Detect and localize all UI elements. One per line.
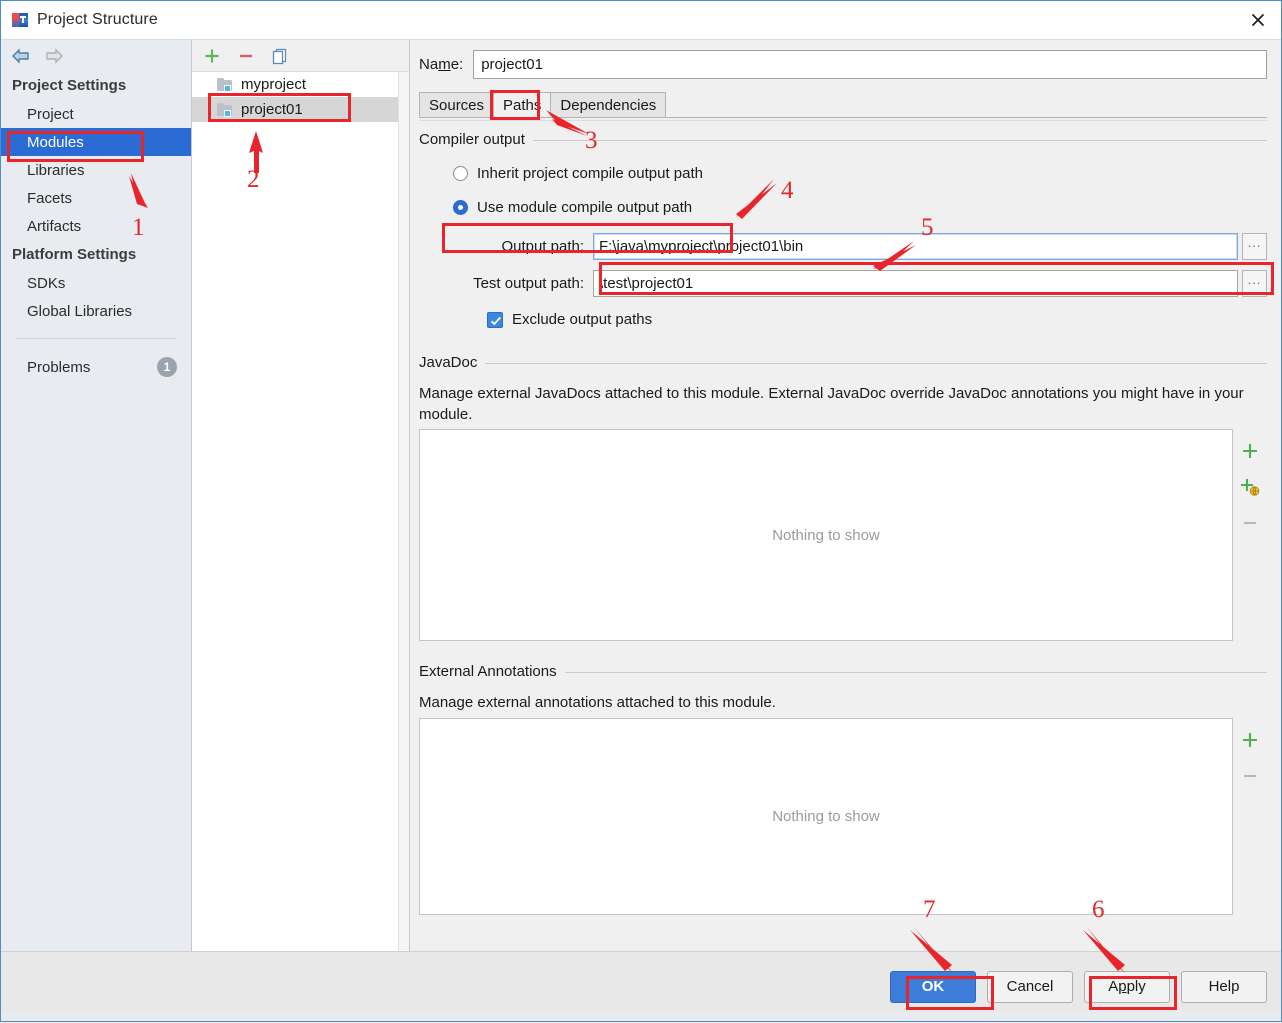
radio-unselected-icon — [453, 166, 468, 181]
module-tabs: Sources Paths Dependencies — [419, 91, 1281, 117]
cancel-button[interactable]: Cancel — [987, 970, 1073, 1003]
module-item-label: myproject — [241, 76, 307, 93]
external-annotations-list[interactable]: Nothing to show — [419, 717, 1233, 915]
settings-sidebar: Project Settings Project Modules Librari… — [1, 40, 192, 951]
copy-icon[interactable] — [268, 45, 292, 67]
sidebar-group-project-settings: Project Settings — [12, 77, 127, 94]
plus-icon[interactable] — [1237, 439, 1263, 463]
module-name-label: Name: — [419, 56, 464, 73]
module-name-row: Name: — [410, 40, 1281, 79]
compiler-output-title: Compiler output — [419, 131, 533, 148]
radio-selected-icon — [453, 200, 468, 215]
arrow-left-icon[interactable] — [10, 47, 32, 65]
sidebar-item-sdks[interactable]: SDKs — [1, 269, 191, 297]
test-output-path-input[interactable] — [593, 270, 1238, 297]
module-item-label: project01 — [241, 101, 303, 118]
titlebar: Project Structure — [1, 1, 1281, 39]
sidebar-item-modules[interactable]: Modules — [1, 128, 191, 156]
module-name-input[interactable] — [473, 50, 1267, 79]
sidebar-item-global-libraries[interactable]: Global Libraries — [1, 297, 191, 325]
module-folder-icon — [217, 102, 234, 117]
javadoc-empty-text: Nothing to show — [772, 526, 880, 544]
dialog-body: Project Settings Project Modules Librari… — [1, 39, 1281, 951]
sidebar-item-artifacts[interactable]: Artifacts — [1, 212, 191, 240]
intellij-idea-icon — [12, 12, 28, 28]
radio-label: Use module compile output path — [477, 199, 693, 216]
plus-icon[interactable] — [200, 45, 224, 67]
external-annotations-group: External Annotations — [419, 663, 1267, 681]
window-title: Project Structure — [37, 11, 158, 28]
external-annotations-title: External Annotations — [419, 663, 565, 681]
sidebar-item-facets[interactable]: Facets — [1, 184, 191, 212]
external-annotations-empty-text: Nothing to show — [772, 807, 880, 825]
javadoc-group: JavaDoc — [419, 354, 1267, 372]
plus-globe-icon[interactable] — [1237, 475, 1263, 499]
exclude-output-paths-checkbox[interactable]: Exclude output paths — [419, 311, 1267, 328]
test-output-path-row: Test output path: ... — [419, 270, 1267, 297]
sidebar-nav-arrows — [1, 40, 191, 71]
checkbox-label: Exclude output paths — [512, 311, 653, 328]
plus-icon[interactable] — [1237, 728, 1263, 752]
output-path-browse-button[interactable]: ... — [1242, 233, 1267, 260]
arrow-right-icon[interactable] — [43, 47, 65, 65]
javadoc-side-toolbar — [1233, 429, 1267, 641]
module-item-project01[interactable]: project01 — [192, 97, 409, 122]
modules-toolbar — [192, 40, 409, 71]
output-path-input[interactable] — [593, 233, 1238, 260]
javadoc-description: Manage external JavaDocs attached to thi… — [419, 385, 1244, 423]
help-button[interactable]: Help — [1181, 970, 1267, 1003]
radio-label: Inherit project compile output path — [477, 165, 703, 182]
modules-list-panel: myproject project01 — [192, 40, 410, 951]
paths-tab-content: Compiler output Inherit project compile … — [410, 121, 1281, 951]
external-annotations-side-toolbar — [1233, 718, 1267, 915]
minus-icon[interactable] — [1237, 511, 1263, 535]
sidebar-item-problems[interactable]: Problems 1 — [1, 352, 191, 382]
tab-dependencies[interactable]: Dependencies — [550, 92, 667, 117]
module-item-myproject[interactable]: myproject — [192, 72, 409, 97]
minus-icon[interactable] — [1237, 764, 1263, 788]
minus-icon[interactable] — [234, 45, 258, 67]
module-editor: Name: Sources Paths Dependencies Compile… — [410, 40, 1281, 951]
close-icon[interactable] — [1235, 1, 1281, 39]
sidebar-item-project[interactable]: Project — [1, 100, 191, 128]
sidebar-group-platform-settings: Platform Settings — [12, 246, 137, 263]
tab-sources[interactable]: Sources — [419, 92, 495, 117]
javadoc-title: JavaDoc — [419, 354, 486, 371]
problems-label: Problems — [27, 358, 91, 376]
checkbox-checked-icon — [487, 311, 503, 328]
test-output-path-label: Test output path: — [473, 275, 584, 292]
module-folder-icon — [217, 77, 234, 92]
ok-button[interactable]: OK — [890, 970, 976, 1003]
javadoc-list[interactable]: Nothing to show — [419, 429, 1233, 642]
test-output-path-browse-button[interactable]: ... — [1242, 270, 1267, 297]
sidebar-item-libraries[interactable]: Libraries — [1, 156, 191, 184]
modules-list: myproject project01 — [192, 71, 409, 951]
dialog-footer: OK Cancel Ap ply Help — [1, 951, 1281, 1021]
problems-count-badge: 1 — [157, 357, 177, 377]
tabs-underline — [419, 117, 1267, 118]
use-module-compile-output-path-radio[interactable]: Use module compile output path — [453, 199, 1267, 216]
output-path-row: Output path: ... — [419, 233, 1267, 260]
tab-paths[interactable]: Paths — [493, 92, 552, 117]
output-path-label: Output path: — [501, 238, 584, 255]
javadoc-list-wrap: Nothing to show — [419, 429, 1267, 642]
project-structure-dialog: Project Structure Project Settings Proje… — [0, 0, 1282, 1022]
modules-list-scrollbar[interactable] — [398, 72, 409, 951]
compiler-output-group: Compiler output — [419, 131, 1267, 149]
external-annotations-description: Manage external annotations attached to … — [419, 694, 776, 712]
apply-button[interactable]: Ap ply — [1084, 970, 1170, 1003]
external-annotations-list-wrap: Nothing to show — [419, 717, 1267, 915]
sidebar-divider — [15, 338, 177, 339]
inherit-project-compile-output-path-radio[interactable]: Inherit project compile output path — [453, 165, 1267, 182]
